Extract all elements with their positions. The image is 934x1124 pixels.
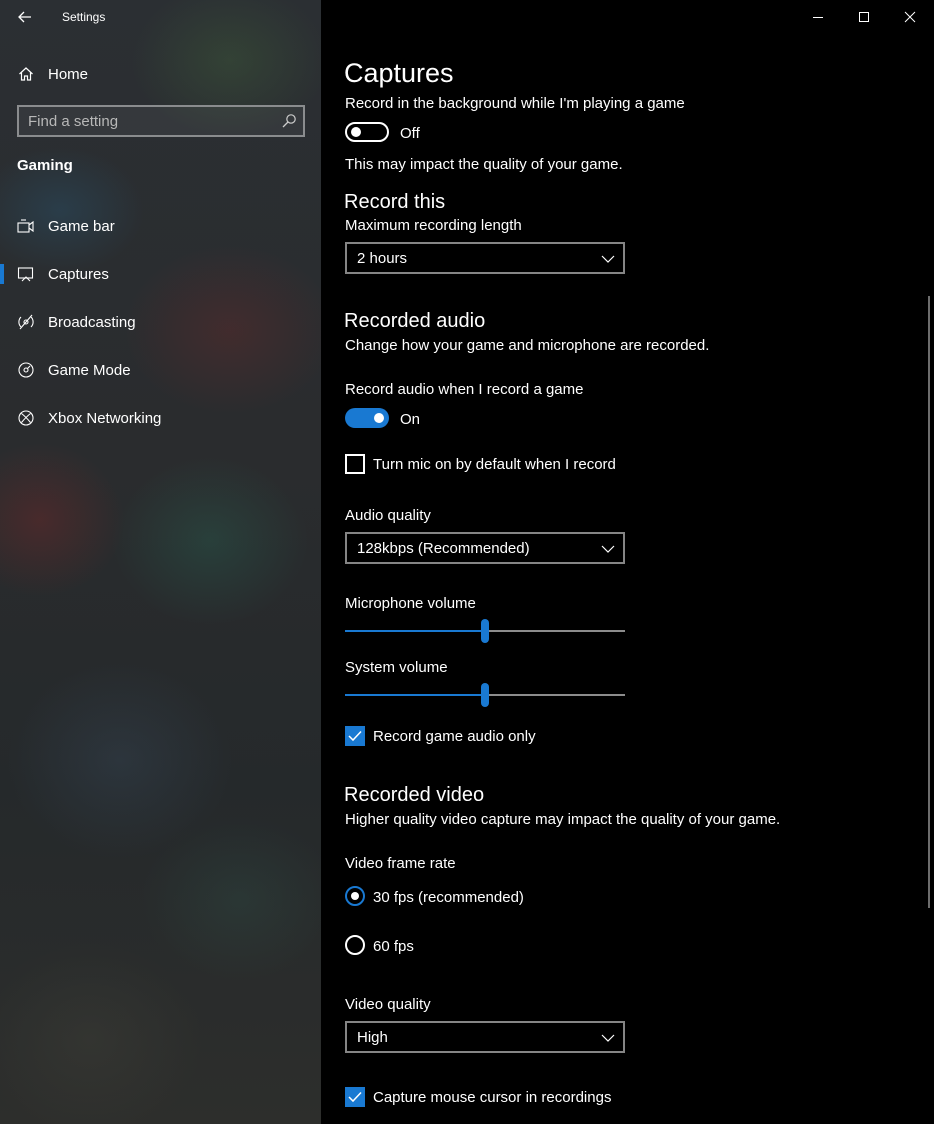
title-bar: Settings	[0, 0, 321, 34]
recorded-audio-description: Change how your game and microphone are …	[345, 337, 710, 354]
recorded-video-description: Higher quality video capture may impact …	[345, 811, 781, 828]
background-recording-state: Off	[400, 125, 420, 142]
background-recording-note: This may impact the quality of your game…	[345, 156, 623, 173]
sidebar-item-label: Game Mode	[48, 361, 131, 379]
close-icon	[904, 11, 916, 23]
background-recording-toggle[interactable]	[345, 122, 389, 142]
game-audio-only-checkbox[interactable]	[345, 726, 365, 746]
minimize-button[interactable]	[795, 0, 841, 34]
sidebar-item-label: Broadcasting	[48, 313, 136, 331]
game-audio-only-label: Record game audio only	[373, 728, 536, 745]
checkmark-icon	[348, 1091, 362, 1103]
maximize-button[interactable]	[841, 0, 887, 34]
max-recording-length-label: Maximum recording length	[345, 217, 522, 234]
xbox-icon	[17, 409, 35, 427]
home-icon	[17, 65, 35, 83]
microphone-volume-label: Microphone volume	[345, 595, 476, 612]
app-title: Settings	[62, 10, 106, 24]
sidebar-item-broadcasting[interactable]: Broadcasting	[0, 302, 321, 342]
toggle-knob	[374, 413, 384, 423]
slider-track-filled	[345, 694, 485, 696]
recorded-video-heading: Recorded video	[344, 784, 485, 806]
home-label: Home	[48, 65, 89, 83]
dropdown-value: High	[357, 1029, 388, 1046]
slider-track-filled	[345, 630, 485, 632]
captures-icon	[17, 265, 35, 283]
vertical-scrollbar[interactable]	[928, 296, 930, 908]
chevron-down-icon	[601, 255, 615, 263]
recorded-audio-heading: Recorded audio	[344, 310, 486, 332]
checkmark-icon	[348, 730, 362, 742]
game-bar-icon	[17, 217, 35, 235]
back-button[interactable]	[12, 6, 38, 28]
home-nav-item[interactable]: Home	[0, 54, 321, 94]
fps-30-radio[interactable]	[345, 886, 365, 906]
audio-quality-label: Audio quality	[345, 507, 431, 524]
section-heading: Gaming	[17, 157, 73, 174]
mic-default-checkbox[interactable]	[345, 454, 365, 474]
record-audio-toggle[interactable]	[345, 408, 389, 428]
capture-mouse-cursor-checkbox[interactable]	[345, 1087, 365, 1107]
search-icon[interactable]	[281, 113, 297, 129]
back-arrow-icon	[18, 11, 31, 23]
close-button[interactable]	[887, 0, 933, 34]
system-volume-label: System volume	[345, 659, 448, 676]
sidebar-item-game-mode[interactable]: Game Mode	[0, 350, 321, 390]
slider-thumb[interactable]	[481, 619, 489, 643]
sidebar-item-label: Xbox Networking	[48, 409, 162, 427]
record-this-heading: Record this	[344, 191, 446, 213]
microphone-volume-slider[interactable]	[345, 619, 625, 643]
dropdown-value: 2 hours	[357, 250, 408, 267]
capture-mouse-cursor-label: Capture mouse cursor in recordings	[373, 1089, 612, 1106]
page-title: Captures	[344, 58, 454, 88]
mic-default-label: Turn mic on by default when I record	[373, 456, 616, 473]
sidebar-item-label: Captures	[48, 265, 109, 283]
fps-60-label: 60 fps	[373, 938, 414, 955]
search-input[interactable]	[19, 107, 303, 135]
video-quality-label: Video quality	[345, 996, 431, 1013]
search-box[interactable]	[17, 105, 305, 137]
max-recording-length-dropdown[interactable]: 2 hours	[345, 242, 625, 274]
sidebar-item-captures[interactable]: Captures	[0, 254, 321, 294]
audio-quality-dropdown[interactable]: 128kbps (Recommended)	[345, 532, 625, 564]
navigation-pane: Settings Home Gaming Game bar	[0, 0, 321, 1124]
video-quality-dropdown[interactable]: High	[345, 1021, 625, 1053]
dropdown-value: 128kbps (Recommended)	[357, 540, 530, 557]
fps-30-label: 30 fps (recommended)	[373, 889, 524, 906]
broadcasting-icon	[17, 313, 35, 331]
background-recording-label: Record in the background while I'm playi…	[345, 95, 685, 112]
video-frame-rate-label: Video frame rate	[345, 855, 456, 872]
game-mode-icon	[17, 361, 35, 379]
maximize-icon	[859, 12, 869, 22]
minimize-icon	[813, 17, 823, 18]
record-audio-label: Record audio when I record a game	[345, 381, 584, 398]
slider-track	[489, 630, 625, 632]
system-volume-slider[interactable]	[345, 683, 625, 707]
toggle-knob	[351, 127, 361, 137]
slider-thumb[interactable]	[481, 683, 489, 707]
sidebar-item-label: Game bar	[48, 217, 115, 235]
sidebar-item-game-bar[interactable]: Game bar	[0, 206, 321, 246]
slider-track	[489, 694, 625, 696]
chevron-down-icon	[601, 545, 615, 553]
record-audio-state: On	[400, 411, 421, 428]
sidebar-item-xbox-networking[interactable]: Xbox Networking	[0, 398, 321, 438]
fps-60-radio[interactable]	[345, 935, 365, 955]
chevron-down-icon	[601, 1034, 615, 1042]
radio-dot	[351, 892, 359, 900]
